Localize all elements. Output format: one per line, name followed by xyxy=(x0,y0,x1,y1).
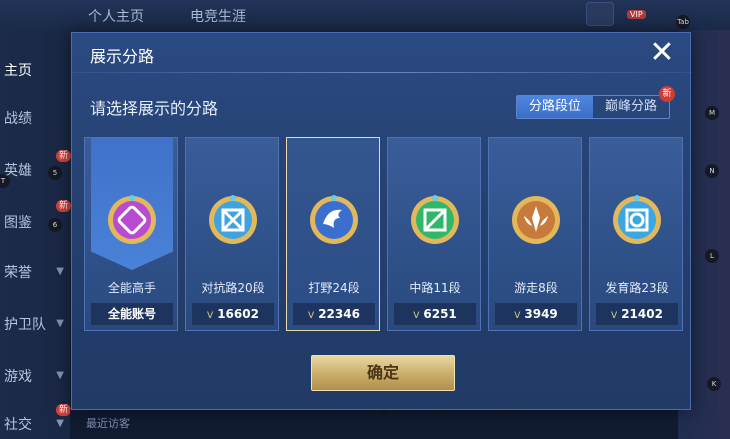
dialog-subtitle: 请选择展示的分路 xyxy=(90,99,219,118)
dialog-title: 展示分路 xyxy=(90,47,155,66)
v-icon: V xyxy=(413,311,420,321)
toggle-peak-lane[interactable]: 巅峰分路 新 xyxy=(593,86,675,118)
key-hint-l: L xyxy=(705,249,719,263)
sidebar-item-label: 战绩 xyxy=(4,111,32,127)
v-icon: V xyxy=(308,311,315,321)
lane-card-all-round[interactable]: 全能高手 全能账号 xyxy=(84,137,178,331)
toggle-label: 巅峰分路 xyxy=(604,99,657,114)
sidebar-item-record[interactable]: 战绩 xyxy=(4,108,66,128)
lane-card-stat: 全能账号 xyxy=(91,303,173,325)
title-divider xyxy=(72,72,692,73)
new-badge: 新 xyxy=(56,200,72,212)
lane-card-farm[interactable]: 发育路23段 V 21402 xyxy=(589,137,683,331)
lane-card-label: 发育路23段 xyxy=(605,281,669,295)
sidebar-item-label: 图鉴 xyxy=(4,215,32,231)
v-icon: V xyxy=(514,311,521,321)
lane-card-stat-value: 全能账号 xyxy=(107,307,156,321)
mid-lane-emblem-icon xyxy=(411,195,459,244)
all-round-emblem-icon xyxy=(108,195,156,244)
lane-mode-toggle: 分路段位 巅峰分路 新 xyxy=(516,86,675,119)
lane-card-stat: V 21402 xyxy=(596,303,678,325)
sidebar-item-guard[interactable]: 护卫队 ▼ xyxy=(4,314,66,334)
lane-card-stat: V 3949 xyxy=(495,303,577,325)
sidebar-item-label: 荣誉 xyxy=(4,265,32,281)
lane-card-stat-value: 21402 xyxy=(621,307,663,321)
sidebar: 主页 战绩 英雄 新 图鉴 新 荣誉 ▼ 护卫队 ▼ 游戏 ▼ 社交 新 ▼ xyxy=(0,30,72,439)
lane-card-stat-value: 16602 xyxy=(217,307,259,321)
roam-emblem-icon xyxy=(512,196,560,244)
lane-card-stat-value: 3949 xyxy=(524,307,558,321)
key-hint-tab: Tab xyxy=(676,15,690,29)
top-bar: 个人主页 电竞生涯 VIP xyxy=(0,0,730,30)
vip-badge: VIP xyxy=(627,10,646,19)
sidebar-item-home[interactable]: 主页 xyxy=(4,60,66,80)
jungle-dragon-emblem-icon xyxy=(310,195,358,244)
tab-esports-career[interactable]: 电竞生涯 xyxy=(190,6,246,26)
v-icon: V xyxy=(611,311,618,321)
lane-card-clash[interactable]: 对抗路20段 V 16602 xyxy=(185,137,279,331)
lane-card-label: 打野24段 xyxy=(308,281,360,295)
chevron-down-icon: ▼ xyxy=(56,370,64,381)
new-badge: 新 xyxy=(56,150,72,162)
lane-card-stat-value: 6251 xyxy=(423,307,457,321)
chevron-down-icon: ▼ xyxy=(56,418,64,429)
sidebar-item-social[interactable]: 社交 新 ▼ xyxy=(4,404,72,434)
display-lane-dialog: 展示分路 ✕ 请选择展示的分路 分路段位 巅峰分路 新 全能高手 全能账号 对抗… xyxy=(71,32,692,410)
key-hint-5: 5 xyxy=(48,166,62,180)
sidebar-item-honor[interactable]: 荣誉 ▼ xyxy=(4,262,66,282)
recent-visitors-label[interactable]: 最近访客 xyxy=(86,415,130,431)
sidebar-item-label: 护卫队 xyxy=(4,317,46,333)
lane-card-stat: V 16602 xyxy=(192,303,274,325)
new-badge: 新 xyxy=(56,404,72,416)
bottom-bar xyxy=(70,409,678,439)
sidebar-item-game[interactable]: 游戏 ▼ xyxy=(4,366,66,386)
toggle-lane-rank[interactable]: 分路段位 xyxy=(517,96,593,118)
chevron-down-icon: ▼ xyxy=(56,318,64,329)
lane-card-mid[interactable]: 中路11段 V 6251 xyxy=(387,137,481,331)
close-icon[interactable]: ✕ xyxy=(648,38,676,68)
chevron-down-icon: ▼ xyxy=(56,266,64,277)
lane-card-label: 对抗路20段 xyxy=(201,281,265,295)
lane-card-stat: V 22346 xyxy=(293,303,375,325)
confirm-button[interactable]: 确定 xyxy=(311,355,455,391)
lane-card-roam[interactable]: 游走8段 V 3949 xyxy=(488,137,582,331)
key-hint-k: K xyxy=(707,377,721,391)
farm-lane-emblem-icon xyxy=(613,195,661,244)
lane-card-label: 全能高手 xyxy=(107,281,156,295)
notification-icon[interactable] xyxy=(586,2,614,26)
sidebar-item-label: 主页 xyxy=(4,63,32,79)
lane-card-label: 中路11段 xyxy=(409,281,461,295)
tab-personal-home[interactable]: 个人主页 xyxy=(88,6,144,26)
clash-lane-emblem-icon xyxy=(209,195,257,244)
lane-card-list: 全能高手 全能账号 对抗路20段 V 16602 打野24段 V 22346 中… xyxy=(84,137,684,332)
new-badge: 新 xyxy=(659,86,675,102)
key-hint-6: 6 xyxy=(48,218,62,232)
key-hint-m: M xyxy=(705,106,719,120)
lane-card-jungle[interactable]: 打野24段 V 22346 xyxy=(286,137,380,331)
sidebar-item-label: 游戏 xyxy=(4,369,32,385)
key-hint-n: N xyxy=(705,164,719,178)
lane-card-label: 游走8段 xyxy=(514,281,558,295)
lane-card-stat-value: 22346 xyxy=(318,307,360,321)
lane-card-stat: V 6251 xyxy=(394,303,476,325)
sidebar-item-label: 社交 xyxy=(4,417,32,433)
v-icon: V xyxy=(207,311,214,321)
